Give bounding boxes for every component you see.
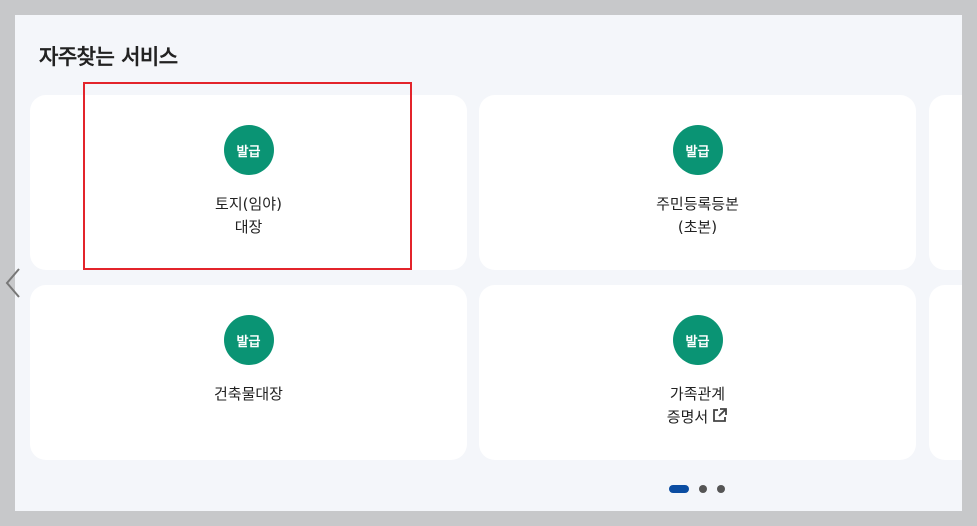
external-link-icon bbox=[713, 408, 728, 422]
service-card-building-register[interactable]: 발급 건축물대장 bbox=[30, 285, 467, 460]
pagination-dot-1[interactable] bbox=[669, 485, 689, 493]
issue-badge: 발급 bbox=[223, 315, 274, 365]
service-label-line2: 대장 bbox=[234, 218, 263, 236]
issue-badge: 발급 bbox=[672, 125, 723, 175]
issue-badge: 발급 bbox=[223, 125, 274, 175]
service-card-resident-register[interactable]: 발급 주민등록등본 (초본) bbox=[479, 95, 916, 270]
service-label-line2: (초본) bbox=[677, 218, 718, 236]
service-label-line1: 건축물대장 bbox=[213, 385, 283, 403]
prev-arrow-button[interactable] bbox=[2, 266, 24, 300]
service-label-line1: 주민등록등본 bbox=[656, 195, 739, 213]
service-label: 주민등록등본 (초본) bbox=[479, 193, 916, 239]
service-label: 건축물대장 bbox=[30, 383, 467, 406]
carousel-pagination bbox=[669, 485, 725, 493]
frequent-services-panel: 자주찾는 서비스 발급 토지(임야) 대장 발급 주민등록등본 (초본) 발급 … bbox=[15, 15, 962, 511]
pagination-dot-2[interactable] bbox=[699, 485, 707, 493]
service-card-family-relation-certificate[interactable]: 발급 가족관계 증명서 bbox=[479, 285, 916, 460]
service-label-line2-wrap: 증명서 bbox=[479, 406, 916, 429]
service-label-line1: 토지(임야) bbox=[215, 195, 282, 213]
chevron-left-icon bbox=[5, 268, 20, 298]
service-label: 가족관계 증명서 bbox=[479, 383, 916, 429]
service-label: 토지(임야) 대장 bbox=[30, 193, 467, 239]
service-card-partial[interactable] bbox=[929, 95, 962, 270]
service-label-line1: 가족관계 bbox=[669, 385, 726, 403]
service-label-line2: 증명서 bbox=[666, 408, 709, 426]
issue-badge: 발급 bbox=[672, 315, 723, 365]
service-card-partial[interactable] bbox=[929, 285, 962, 460]
section-title: 자주찾는 서비스 bbox=[39, 45, 178, 69]
pagination-dot-3[interactable] bbox=[717, 485, 725, 493]
service-card-land-register[interactable]: 발급 토지(임야) 대장 bbox=[30, 95, 467, 270]
